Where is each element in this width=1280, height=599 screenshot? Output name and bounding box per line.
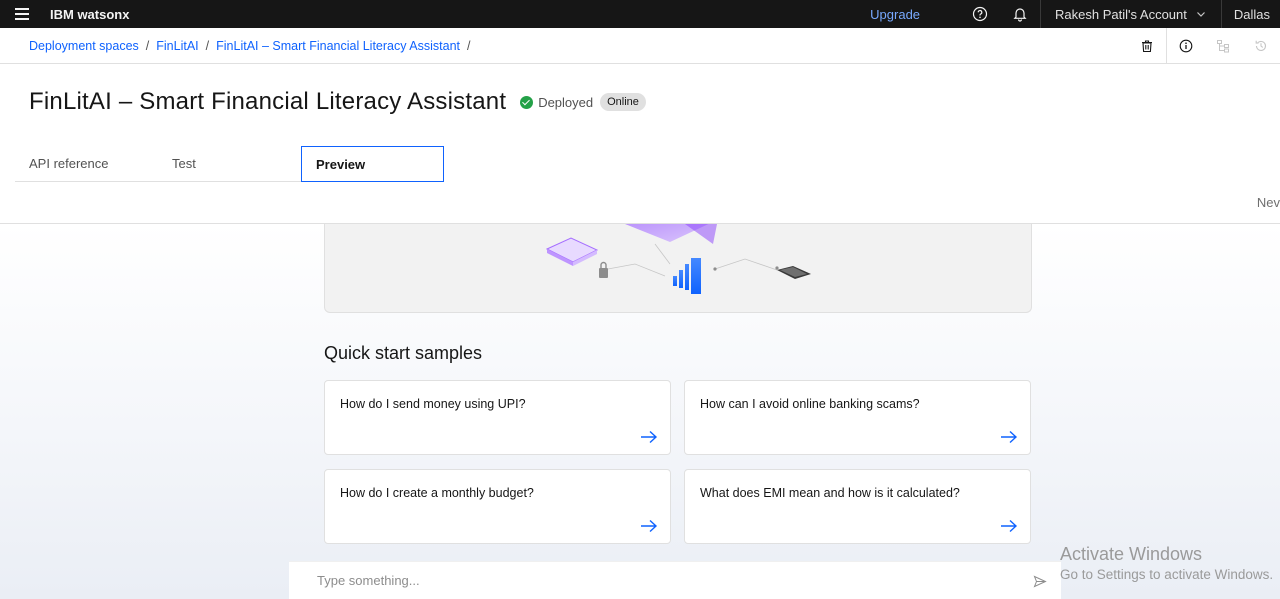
tab-list: API reference Test Preview [15,146,444,182]
page-title: FinLitAI – Smart Financial Literacy Assi… [29,88,507,115]
notification-icon[interactable] [1000,0,1040,28]
truncated-side-text: Nev [1256,195,1280,210]
hierarchy-icon[interactable] [1204,28,1242,63]
sample-card[interactable]: How can I avoid online banking scams? [684,380,1031,455]
checkmark-icon [520,95,534,109]
breadcrumb-separator: / [467,38,471,53]
breadcrumb-deployment-spaces[interactable]: Deployment spaces [29,39,139,53]
top-header: IBM watsonx Upgrade Rakesh Patil's Accou… [0,0,1280,28]
breadcrumb: Deployment spaces / FinLitAI / FinLitAI … [0,28,1280,64]
chat-input-bar [289,561,1061,599]
sample-question: How do I create a monthly budget? [340,486,534,500]
title-row: FinLitAI – Smart Financial Literacy Assi… [29,88,646,116]
sample-question: What does EMI mean and how is it calcula… [700,486,960,500]
arrow-right-icon [641,519,658,533]
tab-test[interactable]: Test [158,146,301,182]
windows-activation-watermark: Activate Windows Go to Settings to activ… [1060,544,1273,582]
upgrade-link[interactable]: Upgrade [870,7,920,22]
watermark-title: Activate Windows [1060,544,1203,564]
brand-name[interactable]: IBM watsonx [50,7,129,22]
sample-card[interactable]: How do I create a monthly budget? [324,469,671,544]
status-label: Deployed [538,94,594,110]
arrow-right-icon [641,430,658,444]
chevron-down-icon [1196,12,1205,17]
sample-question: How can I avoid online banking scams? [700,397,920,411]
delete-icon[interactable] [1128,28,1166,63]
account-switcher[interactable]: Rakesh Patil's Account [1040,0,1221,28]
sample-card[interactable]: What does EMI mean and how is it calcula… [684,469,1031,544]
quick-start-title: Quick start samples [324,343,483,363]
region-selector[interactable]: Dallas [1220,0,1280,28]
arrow-right-icon [1001,519,1018,533]
tab-preview[interactable]: Preview [301,146,444,182]
send-icon[interactable] [1033,575,1047,588]
sample-question: How do I send money using UPI? [340,397,526,411]
menu-icon[interactable] [0,0,44,28]
arrow-right-icon [1001,430,1018,444]
help-icon[interactable] [960,0,1000,28]
chat-input[interactable] [317,573,997,588]
info-icon[interactable] [1166,28,1204,63]
history-icon[interactable] [1242,28,1280,63]
hero-illustration [324,224,1032,313]
watermark-subtitle: Go to Settings to activate Windows. [1060,567,1274,582]
preview-panel: Quick start samples How do I send money … [0,224,1280,599]
breadcrumb-finlitai[interactable]: FinLitAI [156,39,198,53]
breadcrumb-separator: / [205,38,210,53]
status-badge: Online [600,93,646,111]
sample-card[interactable]: How do I send money using UPI? [324,380,671,455]
breadcrumb-deployment[interactable]: FinLitAI – Smart Financial Literacy Assi… [216,39,460,53]
breadcrumb-separator: / [145,38,150,53]
tab-api-reference[interactable]: API reference [15,146,158,182]
deployment-status: Deployed Online [520,93,646,111]
account-name: Rakesh Patil's Account [1055,6,1187,22]
